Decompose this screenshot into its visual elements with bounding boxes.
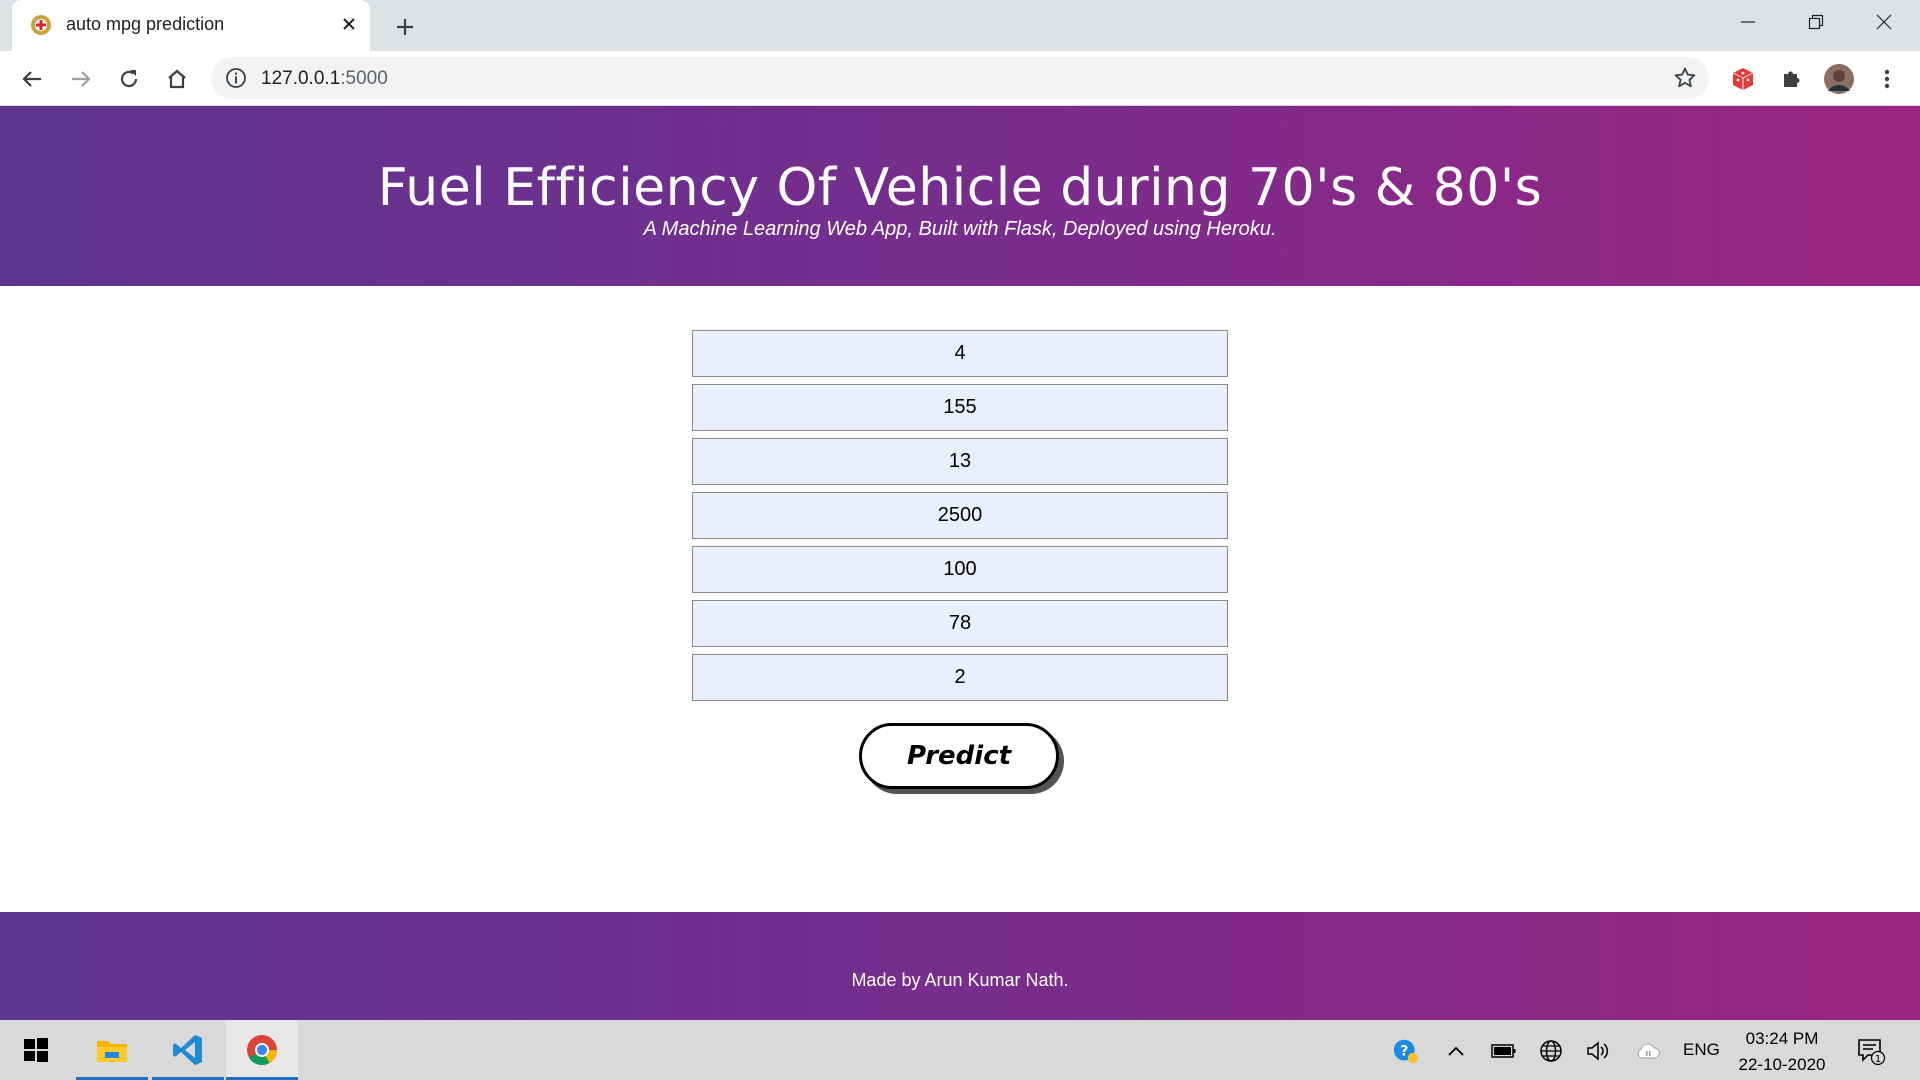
tab-title: auto mpg prediction <box>66 14 225 34</box>
browser-tab[interactable]: auto mpg prediction <box>12 0 370 51</box>
clock-date: 22-10-2020 <box>1738 1055 1826 1074</box>
input-field-6[interactable] <box>692 600 1228 647</box>
footer-credit: Made by Arun Kumar Nath. <box>851 970 1069 990</box>
url-port: :5000 <box>340 68 388 89</box>
input-field-7[interactable] <box>692 654 1228 701</box>
file-explorer-icon <box>97 1041 127 1062</box>
action-center-notification-icon[interactable]: 1 <box>1856 1036 1886 1066</box>
reload-icon[interactable] <box>114 64 144 94</box>
input-language[interactable]: ENG <box>1683 1040 1720 1060</box>
forward-icon[interactable] <box>66 64 96 94</box>
profile-avatar[interactable] <box>1824 64 1854 94</box>
input-field-3[interactable] <box>692 438 1228 485</box>
address-bar[interactable]: 127.0.0.1:5000 <box>211 57 1709 99</box>
clock-time: 03:24 PM <box>1745 1029 1819 1048</box>
page-subtitle: A Machine Learning Web App, Built with F… <box>643 218 1277 240</box>
input-field-1[interactable] <box>692 330 1228 377</box>
notification-count: 1 <box>1875 1054 1881 1065</box>
minimize-icon[interactable] <box>1730 8 1766 36</box>
browser-toolbar: 127.0.0.1:5000 <box>0 51 1920 106</box>
input-field-2[interactable] <box>692 384 1228 431</box>
predict-button[interactable]: Predict <box>859 723 1059 789</box>
page-title: Fuel Efficiency Of Vehicle during 70's &… <box>377 158 1543 218</box>
site-info-icon[interactable] <box>225 67 247 89</box>
tab-close-icon[interactable] <box>337 12 361 36</box>
home-icon[interactable] <box>162 64 192 94</box>
site-favicon-icon <box>31 15 51 35</box>
volume-icon[interactable] <box>1586 1038 1612 1064</box>
new-tab-icon[interactable] <box>390 12 420 42</box>
extensions-puzzle-icon[interactable] <box>1776 64 1806 94</box>
back-icon[interactable] <box>17 64 47 94</box>
svg-text:?: ? <box>1400 1043 1408 1059</box>
vscode-icon <box>173 1035 202 1065</box>
input-field-4[interactable] <box>692 492 1228 539</box>
battery-icon[interactable] <box>1491 1038 1517 1064</box>
show-hidden-icons-chevron-icon[interactable] <box>1443 1038 1469 1064</box>
onedrive-cloud-icon[interactable] <box>1635 1038 1661 1064</box>
prediction-form <box>692 330 1228 708</box>
browser-menu-icon[interactable] <box>1872 64 1902 94</box>
url-host: 127.0.0.1 <box>261 68 341 89</box>
taskbar-chrome[interactable] <box>226 1020 298 1080</box>
taskbar-file-explorer[interactable] <box>76 1020 148 1080</box>
start-button[interactable] <box>0 1020 72 1080</box>
page-footer: Made by Arun Kumar Nath. <box>0 912 1920 1020</box>
extension-cube-icon[interactable] <box>1728 64 1758 94</box>
network-globe-icon[interactable] <box>1538 1038 1564 1064</box>
windows-logo-icon <box>24 1038 48 1062</box>
page-header: Fuel Efficiency Of Vehicle during 70's &… <box>0 106 1920 286</box>
help-icon[interactable]: ? <box>1393 1038 1419 1064</box>
address-url[interactable]: 127.0.0.1:5000 <box>261 68 388 90</box>
chrome-icon <box>247 1035 277 1066</box>
windows-taskbar: ? ENG 03:24 PM 22-10-2020 1 <box>0 1020 1920 1080</box>
restore-icon[interactable] <box>1798 8 1834 36</box>
browser-tab-strip: auto mpg prediction <box>0 0 1920 51</box>
bookmark-star-icon[interactable] <box>1673 66 1697 90</box>
taskbar-vscode[interactable] <box>152 1020 224 1080</box>
close-window-icon[interactable] <box>1866 8 1902 36</box>
input-field-5[interactable] <box>692 546 1228 593</box>
taskbar-clock[interactable]: 03:24 PM 22-10-2020 <box>1730 1026 1834 1078</box>
